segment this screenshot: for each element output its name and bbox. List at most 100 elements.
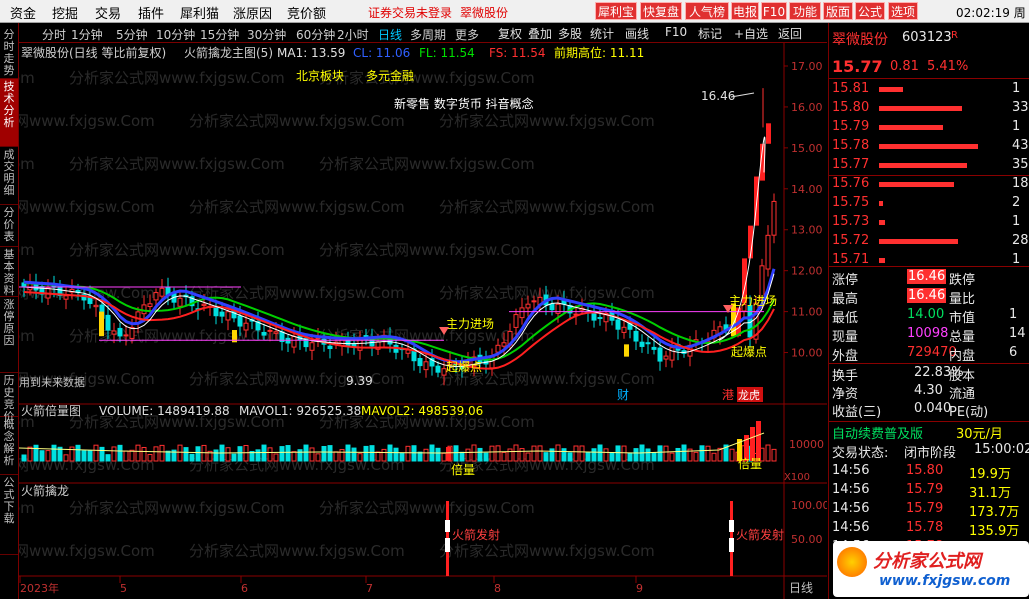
quick-button-1[interactable]: 快复盘 bbox=[640, 2, 682, 20]
left-tab-1[interactable]: 技术分析 bbox=[0, 79, 18, 147]
mavol1-value: MAVOL1: 926525.38 bbox=[239, 404, 361, 418]
menu-3[interactable]: 插件 bbox=[138, 3, 164, 22]
menu-5[interactable]: 涨原因 bbox=[233, 3, 272, 22]
menu-6[interactable]: 竞价额 bbox=[287, 3, 326, 22]
left-tab-3[interactable]: 分价表 bbox=[0, 205, 18, 247]
fs-label: FS: 11.54 bbox=[489, 46, 546, 60]
candle-body bbox=[519, 307, 525, 319]
bid-volume: 18 bbox=[1012, 176, 1029, 191]
x-tick-label: 8 bbox=[494, 582, 501, 595]
period-5[interactable]: 30分钟 bbox=[247, 26, 286, 43]
tool-3[interactable]: 统计 bbox=[590, 25, 614, 42]
menu-4[interactable]: 犀利猫 bbox=[180, 3, 219, 22]
volume-bar bbox=[45, 450, 51, 462]
quick-button-2[interactable]: 人气榜 bbox=[685, 2, 729, 20]
volume-bar bbox=[663, 445, 669, 462]
rocket-y-label: 100.00 bbox=[791, 499, 827, 512]
volume-bar bbox=[543, 452, 549, 462]
left-tab-5[interactable]: 涨停原因 bbox=[0, 297, 18, 373]
left-tab-6[interactable]: 历史竞价 bbox=[0, 373, 18, 423]
candle-body bbox=[273, 331, 279, 334]
x-tick-label: 9 bbox=[636, 582, 643, 595]
stat-label: 换手 bbox=[832, 369, 859, 384]
tool-7[interactable]: +自选 bbox=[734, 25, 768, 42]
menu-1[interactable]: 挖掘 bbox=[52, 3, 78, 22]
left-tab-2[interactable]: 成交明细 bbox=[0, 147, 18, 205]
left-tab-4[interactable]: 基本资料 bbox=[0, 247, 18, 297]
signal-main-force: 主力进场 bbox=[729, 294, 777, 308]
chart-area[interactable]: 分析家公式网www.fxjgsw.Com 分析家公式网www.fxjgsw.Com… bbox=[19, 43, 827, 599]
volume-bar bbox=[291, 451, 297, 462]
quick-button-5[interactable]: 功能 bbox=[789, 2, 821, 20]
tool-6[interactable]: 标记 bbox=[698, 25, 722, 42]
ask-volume: 1 bbox=[1012, 81, 1021, 96]
left-tab-0[interactable]: 分时走势 bbox=[0, 27, 18, 79]
period-0[interactable]: 分时 bbox=[42, 26, 66, 43]
signal-breakout: 起爆点 bbox=[731, 345, 767, 359]
candle-body bbox=[153, 292, 159, 301]
tool-8[interactable]: 返回 bbox=[778, 25, 802, 42]
stat-label: 内盘 bbox=[949, 349, 976, 364]
ma1-label: MA1: 13.59 bbox=[277, 46, 345, 60]
watermark: 分析家公式网www.fxjgsw.Com bbox=[319, 241, 535, 259]
menu-0[interactable]: 资金 bbox=[10, 3, 36, 22]
candle-body bbox=[243, 322, 249, 331]
tool-0[interactable]: 复权 bbox=[498, 25, 522, 42]
volume-bar bbox=[357, 453, 363, 462]
volume-bar bbox=[189, 453, 195, 462]
last-price: 15.77 bbox=[832, 57, 883, 76]
stat-label: 市值 bbox=[949, 311, 976, 326]
period-label: 日线 bbox=[789, 581, 813, 595]
volume-bar bbox=[507, 448, 513, 462]
fl-label: FL: 11.54 bbox=[419, 46, 475, 60]
quick-button-3[interactable]: 电报 bbox=[731, 2, 759, 20]
rocket-bar bbox=[729, 520, 734, 532]
volume-bar bbox=[237, 446, 243, 462]
login-status[interactable]: 证券交易未登录 bbox=[368, 4, 452, 21]
volume-bar bbox=[321, 445, 327, 462]
period-4[interactable]: 15分钟 bbox=[200, 26, 239, 43]
period-6[interactable]: 60分钟 bbox=[296, 26, 335, 43]
period-1[interactable]: 1分钟 bbox=[71, 26, 103, 43]
stat-value: 16.46 bbox=[907, 288, 947, 303]
period-8[interactable]: 日线 bbox=[378, 26, 402, 43]
state-value: 闭市阶段 bbox=[904, 446, 957, 461]
ask-price: 15.79 bbox=[832, 119, 870, 134]
period-9[interactable]: 多周期 bbox=[410, 26, 446, 43]
chart-title: 翠微股份(日线 等比前复权) bbox=[21, 45, 166, 60]
left-tab-7[interactable]: 概念解析 bbox=[0, 417, 18, 475]
watermark: 分析家公式网www.fxjgsw.Com bbox=[439, 112, 655, 130]
logo-text: 分析家公式网 bbox=[873, 551, 981, 572]
period-2[interactable]: 5分钟 bbox=[116, 26, 148, 43]
concept-tags: 新零售 数字货币 抖音概念 bbox=[394, 96, 534, 111]
ask-volume: 35 bbox=[1012, 157, 1029, 172]
quick-button-6[interactable]: 版面 bbox=[823, 2, 853, 20]
ask-price: 15.80 bbox=[832, 100, 870, 115]
menu-2[interactable]: 交易 bbox=[95, 3, 121, 22]
quick-button-8[interactable]: 选项 bbox=[888, 2, 918, 20]
watermark: 分析家公式网www.fxjgsw.Com bbox=[319, 499, 535, 517]
tool-5[interactable]: F10 bbox=[665, 25, 687, 39]
volume-bar bbox=[525, 452, 531, 462]
tool-1[interactable]: 叠加 bbox=[528, 25, 552, 42]
period-7[interactable]: 2小时 bbox=[337, 26, 369, 43]
rzrq-badge: R bbox=[951, 30, 958, 41]
quick-button-7[interactable]: 公式 bbox=[855, 2, 885, 20]
watermark: 分析家公式网www.fxjgsw.Com bbox=[19, 542, 155, 560]
volume-bar bbox=[651, 452, 657, 462]
separator bbox=[829, 421, 1029, 422]
candle-body bbox=[633, 330, 639, 342]
quick-button-4[interactable]: F10 bbox=[761, 2, 787, 20]
left-tab-8[interactable]: 公式下载 bbox=[0, 475, 18, 555]
volume-bar bbox=[159, 444, 165, 462]
tool-4[interactable]: 画线 bbox=[625, 25, 649, 42]
tick-price: 15.79 bbox=[906, 482, 944, 497]
tool-2[interactable]: 多股 bbox=[558, 25, 582, 42]
tick-volume: 135.9万 bbox=[969, 524, 1020, 539]
volume-bar bbox=[147, 453, 153, 462]
volume-bar bbox=[579, 445, 585, 462]
quick-button-0[interactable]: 犀利宝 bbox=[595, 2, 637, 20]
period-3[interactable]: 10分钟 bbox=[156, 26, 195, 43]
period-10[interactable]: 更多 bbox=[455, 26, 479, 43]
volume-bar bbox=[699, 445, 705, 462]
